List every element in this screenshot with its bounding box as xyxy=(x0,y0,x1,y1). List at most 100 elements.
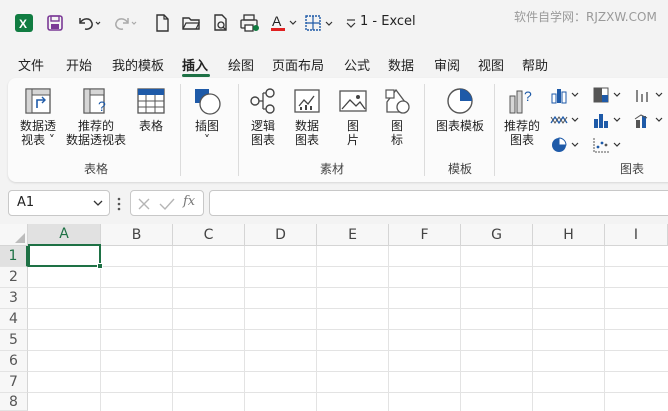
quick-print-icon[interactable] xyxy=(240,12,260,34)
icons-button[interactable]: 图 标 xyxy=(382,86,412,147)
recommended-pivot-button[interactable]: ? 推荐的 数据透视表 xyxy=(66,86,126,147)
active-tab-indicator xyxy=(182,74,210,77)
row-header-6[interactable]: 6 xyxy=(0,351,28,372)
row-header-5[interactable]: 5 xyxy=(0,330,28,351)
column-header-h[interactable]: H xyxy=(533,224,605,246)
tab-my-templates[interactable]: 我的模板 xyxy=(112,55,164,74)
new-file-icon[interactable] xyxy=(154,12,170,34)
formula-bar: A1 fx xyxy=(0,186,668,220)
recommended-pivot-icon: ? xyxy=(83,88,106,114)
group-separator xyxy=(180,84,181,176)
undo-icon[interactable] xyxy=(76,12,102,34)
column-header-b[interactable]: B xyxy=(101,224,173,246)
grid-line xyxy=(28,350,668,351)
svg-text:X: X xyxy=(19,17,27,31)
column-header-d[interactable]: D xyxy=(245,224,317,246)
pivot-table-button[interactable]: 数据透 视表 ˅ xyxy=(20,86,56,147)
cancel-icon[interactable] xyxy=(137,197,151,211)
recommended-pivot-label: 推荐的 数据透视表 xyxy=(66,119,127,147)
line-chart-button[interactable] xyxy=(550,111,582,129)
hierarchy-chart-icon xyxy=(593,87,621,103)
pie-chart-icon xyxy=(552,137,579,152)
statistic-chart-button[interactable] xyxy=(592,111,624,129)
row-header-4[interactable]: 4 xyxy=(0,309,28,330)
picture-button[interactable]: 图 片 xyxy=(338,86,368,147)
save-icon[interactable] xyxy=(46,12,64,34)
illustrations-button[interactable]: 插图 ˅ xyxy=(192,86,222,147)
group-label-templates: 模板 xyxy=(448,162,473,176)
row-header-2[interactable]: 2 xyxy=(0,267,28,288)
column-header-e[interactable]: E xyxy=(317,224,389,246)
open-folder-icon[interactable] xyxy=(182,12,200,34)
waterfall-chart-button[interactable] xyxy=(634,86,666,104)
tab-insert[interactable]: 插入 xyxy=(182,55,208,74)
borders-icon[interactable] xyxy=(304,12,336,34)
document-title: 1 - Excel xyxy=(360,14,416,29)
combo-chart-button[interactable] xyxy=(634,111,666,129)
row-header-8[interactable]: 8 xyxy=(0,393,28,411)
fill-handle[interactable] xyxy=(97,263,103,269)
column-header-g[interactable]: G xyxy=(461,224,533,246)
data-chart-label: 数据 图表 xyxy=(294,119,319,147)
picture-label: 图 片 xyxy=(346,119,359,147)
data-chart-button[interactable]: 数据 图表 xyxy=(292,86,322,147)
redo-icon[interactable] xyxy=(112,12,138,34)
line-chart-icon xyxy=(550,115,579,125)
tab-view[interactable]: 视图 xyxy=(478,55,504,74)
illustrations-label: 插图 ˅ xyxy=(194,119,219,147)
column-header-f[interactable]: F xyxy=(389,224,461,246)
tab-page-layout[interactable]: 页面布局 xyxy=(272,55,324,74)
ribbon-tabs: 文件 开始 我的模板 插入 绘图 页面布局 公式 数据 审阅 视图 帮助 xyxy=(0,48,668,78)
scatter-chart-icon xyxy=(593,138,621,153)
column-header-a[interactable]: A xyxy=(28,224,101,246)
tab-file[interactable]: 文件 xyxy=(18,55,44,74)
row-header-3[interactable]: 3 xyxy=(0,288,28,309)
svg-text:A: A xyxy=(272,13,282,29)
tab-data[interactable]: 数据 xyxy=(388,55,414,74)
tab-home[interactable]: 开始 xyxy=(66,55,92,74)
more-options-icon[interactable] xyxy=(116,196,122,216)
icons-label: 图 标 xyxy=(390,119,403,147)
grid-line xyxy=(28,266,668,267)
font-color-icon[interactable]: A xyxy=(270,12,300,34)
hierarchy-chart-button[interactable] xyxy=(592,86,624,104)
table-label: 表格 xyxy=(138,119,163,133)
group-label-charts: 图表 xyxy=(620,162,645,176)
ribbon-panel: 数据透 视表 ˅ ? 推荐的 数据透视表 表格 表格 插图 ˅ 逻辑 图表 数据… xyxy=(8,78,668,182)
name-box[interactable]: A1 xyxy=(8,190,110,216)
table-button[interactable]: 表格 xyxy=(136,86,166,133)
logic-chart-button[interactable]: 逻辑 图表 xyxy=(248,86,278,147)
pie-chart-button[interactable] xyxy=(550,136,582,154)
tab-formulas[interactable]: 公式 xyxy=(344,55,370,74)
excel-logo-icon: X xyxy=(14,12,34,34)
tab-draw[interactable]: 绘图 xyxy=(228,55,254,74)
data-chart-icon xyxy=(294,89,320,113)
row-header-1[interactable]: 1 xyxy=(0,246,28,267)
recommended-chart-button[interactable]: ? 推荐的 图表 xyxy=(504,86,540,147)
recommended-chart-label: 推荐的 图表 xyxy=(504,119,541,147)
recommended-chart-icon: ? xyxy=(509,88,532,114)
group-separator xyxy=(238,84,239,176)
select-all-corner[interactable] xyxy=(0,224,28,246)
picture-icon xyxy=(339,90,367,112)
formula-input[interactable] xyxy=(209,190,668,216)
tab-help[interactable]: 帮助 xyxy=(522,55,548,74)
column-chart-button[interactable] xyxy=(550,86,582,104)
icons-shapes-icon xyxy=(385,88,410,114)
scatter-chart-button[interactable] xyxy=(592,136,624,154)
chart-template-button[interactable]: 图表模板 xyxy=(436,86,484,133)
grid-line xyxy=(28,371,668,372)
print-preview-icon[interactable] xyxy=(212,12,230,34)
chevron-down-icon[interactable] xyxy=(93,199,103,207)
column-header-c[interactable]: C xyxy=(173,224,245,246)
active-cell-a1[interactable] xyxy=(28,244,103,269)
table-icon xyxy=(137,88,165,114)
chart-template-label: 图表模板 xyxy=(436,119,485,133)
column-chart-icon xyxy=(551,89,579,104)
enter-check-icon[interactable] xyxy=(159,197,175,211)
customize-toolbar-icon[interactable] xyxy=(344,12,358,34)
insert-function-button[interactable]: fx xyxy=(183,194,195,209)
row-header-7[interactable]: 7 xyxy=(0,372,28,393)
column-header-i[interactable]: I xyxy=(605,224,668,246)
tab-review[interactable]: 审阅 xyxy=(434,55,460,74)
